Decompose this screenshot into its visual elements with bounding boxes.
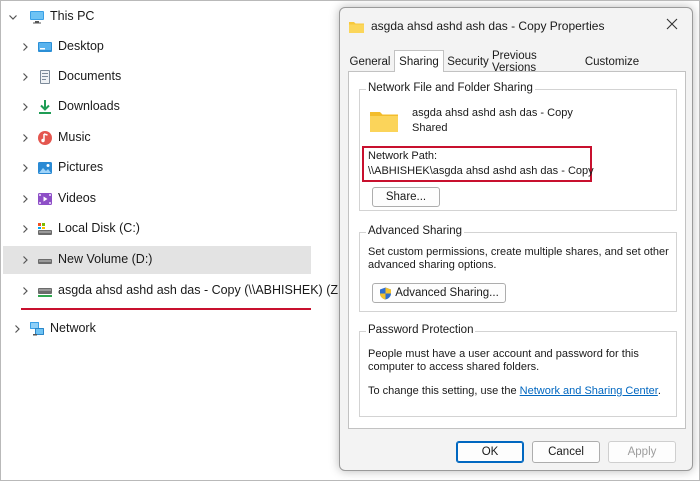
- tab-security[interactable]: Security: [446, 52, 490, 71]
- advanced-sharing-description: Set custom permissions, create multiple …: [368, 246, 669, 258]
- advanced-sharing-group: Advanced Sharing Set custom permissions,…: [359, 225, 677, 312]
- nav-item-videos[interactable]: Videos: [3, 185, 311, 213]
- password-protection-description: computer to access shared folders.: [368, 361, 540, 373]
- desktop-icon: [37, 39, 53, 55]
- nav-item-new-volume-d[interactable]: New Volume (D:): [3, 246, 311, 274]
- chevron-right-icon[interactable]: [17, 130, 33, 146]
- network-path-value: \\ABHISHEK\asgda ahsd ashd ash das - Cop…: [368, 165, 594, 177]
- chevron-right-icon[interactable]: [17, 99, 33, 115]
- nav-item-pictures[interactable]: Pictures: [3, 154, 311, 182]
- chevron-down-icon[interactable]: [5, 9, 21, 25]
- tab-strip: General Sharing Security Previous Versio…: [348, 50, 686, 74]
- tab-sharing[interactable]: Sharing: [394, 50, 444, 72]
- nav-item-label: Pictures: [58, 160, 104, 174]
- tab-customize[interactable]: Customize: [584, 52, 640, 71]
- group-title: Advanced Sharing: [366, 225, 464, 237]
- nav-item-documents[interactable]: Documents: [3, 63, 311, 91]
- nav-item-downloads[interactable]: Downloads: [3, 93, 311, 121]
- tab-previous-versions[interactable]: Previous Versions: [492, 50, 582, 74]
- chevron-right-icon[interactable]: [17, 221, 33, 237]
- uac-shield-icon: [379, 287, 392, 300]
- nav-item-label: This PC: [50, 9, 95, 23]
- nav-item-label: Local Disk (C:): [58, 221, 140, 235]
- nav-item-label: Downloads: [58, 99, 120, 113]
- chevron-right-icon[interactable]: [17, 283, 33, 299]
- change-setting-prefix: To change this setting, use the: [368, 385, 520, 397]
- nav-item-label: Network: [50, 321, 96, 335]
- nav-item-label: Music: [58, 130, 91, 144]
- chevron-right-icon[interactable]: [17, 39, 33, 55]
- nav-item-label: Desktop: [58, 39, 104, 53]
- nav-item-network[interactable]: Network: [3, 315, 311, 343]
- chevron-right-icon[interactable]: [9, 321, 25, 337]
- change-setting-text: To change this setting, use the Network …: [368, 385, 661, 397]
- nav-item-music[interactable]: Music: [3, 124, 311, 152]
- nav-item-desktop[interactable]: Desktop: [3, 33, 311, 61]
- folder-icon: [349, 21, 364, 33]
- close-icon[interactable]: [666, 17, 678, 35]
- tab-general[interactable]: General: [348, 52, 392, 71]
- ok-button[interactable]: OK: [456, 441, 524, 463]
- nav-item-label: Documents: [58, 69, 122, 83]
- drive-icon: [37, 252, 53, 268]
- local-disk-icon: [37, 221, 53, 237]
- network-path-label: Network Path:: [368, 150, 438, 162]
- chevron-right-icon[interactable]: [17, 160, 33, 176]
- network-drive-icon: [37, 283, 53, 299]
- network-sharing-center-link[interactable]: Network and Sharing Center: [520, 385, 658, 397]
- properties-dialog: asgda ahsd ashd ash das - Copy Propertie…: [339, 7, 693, 471]
- highlight-underline: [21, 308, 311, 310]
- network-sharing-group: Network File and Folder Sharing asgda ah…: [359, 82, 677, 211]
- group-title: Password Protection: [366, 324, 476, 336]
- nav-item-label: asgda ahsd ashd ash das - Copy (\\ABHISH…: [58, 283, 346, 297]
- network-icon: [29, 321, 45, 337]
- chevron-right-icon[interactable]: [17, 191, 33, 207]
- advanced-sharing-button[interactable]: Advanced Sharing...: [372, 283, 506, 303]
- apply-button[interactable]: Apply: [608, 441, 676, 463]
- sharing-tab-panel: Network File and Folder Sharing asgda ah…: [348, 71, 686, 429]
- change-setting-suffix: .: [657, 385, 661, 397]
- documents-icon: [37, 69, 53, 85]
- videos-icon: [37, 191, 53, 207]
- shared-folder-icon: [370, 110, 398, 132]
- chevron-right-icon[interactable]: [17, 69, 33, 85]
- shared-folder-name: asgda ahsd ashd ash das - Copy: [412, 107, 573, 119]
- nav-item-local-disk-c[interactable]: Local Disk (C:): [3, 215, 311, 243]
- share-button[interactable]: Share...: [372, 187, 440, 207]
- dialog-title: asgda ahsd ashd ash das - Copy Propertie…: [371, 19, 605, 33]
- navigation-pane: This PC Desktop Documents Downloads Musi…: [1, 1, 346, 480]
- password-protection-group: Password Protection People must have a u…: [359, 324, 677, 417]
- music-icon: [37, 130, 53, 146]
- monitor-icon: [29, 9, 45, 25]
- nav-item-network-drive-z[interactable]: asgda ahsd ashd ash das - Copy (\\ABHISH…: [3, 277, 346, 305]
- advanced-sharing-description: advanced sharing options.: [368, 259, 497, 271]
- nav-item-this-pc[interactable]: This PC: [3, 3, 311, 31]
- password-protection-description: People must have a user account and pass…: [368, 348, 639, 360]
- cancel-button[interactable]: Cancel: [532, 441, 600, 463]
- group-title: Network File and Folder Sharing: [366, 82, 535, 94]
- advanced-sharing-button-label: Advanced Sharing...: [395, 287, 499, 299]
- nav-item-label: Videos: [58, 191, 96, 205]
- screenshot-frame: This PC Desktop Documents Downloads Musi…: [0, 0, 700, 481]
- chevron-right-icon[interactable]: [17, 252, 33, 268]
- share-status: Shared: [412, 122, 448, 134]
- dialog-titlebar[interactable]: asgda ahsd ashd ash das - Copy Propertie…: [340, 8, 692, 44]
- pictures-icon: [37, 160, 53, 176]
- nav-item-label: New Volume (D:): [58, 252, 153, 266]
- download-icon: [37, 99, 53, 115]
